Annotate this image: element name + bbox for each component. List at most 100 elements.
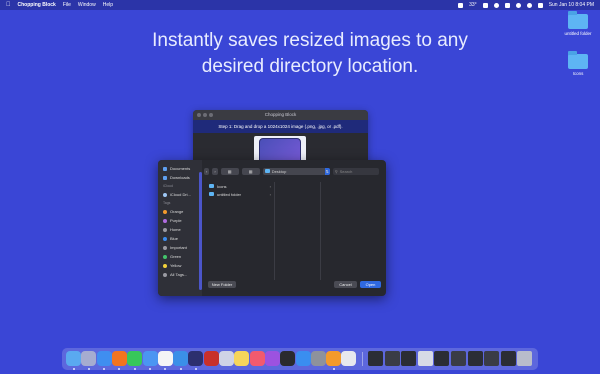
column-empty-2	[321, 182, 382, 280]
sidebar-tag-green[interactable]: Green	[158, 252, 202, 261]
control-icon[interactable]	[493, 2, 499, 8]
file-row-icons[interactable]: Icons ›	[207, 182, 274, 190]
desktop-icon-icons[interactable]: Icons	[556, 51, 600, 76]
sidebar-all-tags[interactable]: All Tags...	[158, 270, 202, 279]
menu-clock[interactable]: Sun Jan 10 8:04 PM	[549, 2, 594, 8]
tag-color-dot	[163, 263, 167, 268]
menu-app-name[interactable]: Chopping Block	[18, 2, 56, 8]
chevron-left-icon: ‹	[206, 168, 208, 174]
dock-filezilla-icon[interactable]	[203, 351, 219, 366]
sidebar-tag-purple[interactable]: Purple	[158, 216, 202, 225]
dock-window-8-icon[interactable]	[484, 351, 500, 366]
dock-mail-icon[interactable]	[142, 351, 158, 366]
back-button[interactable]: ‹	[204, 167, 210, 175]
chevron-right-icon: ›	[269, 191, 271, 197]
dock-app-store-icon[interactable]	[295, 351, 311, 366]
tag-label: Important	[170, 245, 187, 250]
dock-window-1-icon[interactable]	[368, 351, 383, 366]
sidebar-tag-home[interactable]: Home	[158, 225, 202, 234]
folder-icon	[209, 192, 214, 196]
sidebar-scrollbar[interactable]	[199, 172, 202, 290]
location-popup[interactable]: Desktop ⇅	[262, 167, 330, 175]
menu-help[interactable]: Help	[103, 2, 113, 8]
sidebar-tag-orange[interactable]: Orange	[158, 207, 202, 216]
dock	[62, 348, 538, 370]
open-button[interactable]: Open	[360, 281, 381, 288]
dock-xcode-icon[interactable]	[173, 351, 189, 366]
dialog-sidebar: Documents Downloads iCloud iCloud Dri...…	[158, 160, 202, 296]
dock-safari-icon[interactable]	[96, 351, 112, 366]
dock-calendar-icon[interactable]	[157, 351, 173, 366]
menu-window[interactable]: Window	[78, 2, 96, 8]
dock-firefox-icon[interactable]	[111, 351, 127, 366]
tag-label: Green	[170, 254, 182, 259]
control-center-icon[interactable]	[537, 2, 543, 8]
sidebar-tag-blue[interactable]: Blue	[158, 234, 202, 243]
dock-chopping-block-icon[interactable]	[188, 351, 204, 366]
tag-label: Blue	[170, 236, 179, 241]
dock-notes-icon[interactable]	[234, 351, 250, 366]
menu-file[interactable]: File	[63, 2, 71, 8]
new-folder-button[interactable]: New Folder	[208, 281, 236, 288]
group-button[interactable]: ▦	[241, 167, 260, 175]
dock-running-indicator	[103, 368, 106, 370]
dock-tv-icon[interactable]	[280, 351, 296, 366]
dock-podcasts-icon[interactable]	[264, 351, 280, 366]
headline-line-2: desired directory location.	[201, 56, 419, 77]
window-controls	[197, 113, 213, 117]
chevron-right-icon: ›	[214, 168, 216, 174]
grid-icon: ▦	[248, 168, 253, 174]
cancel-button[interactable]: Cancel	[334, 281, 357, 288]
location-label: Desktop	[271, 168, 287, 174]
dock-window-7-icon[interactable]	[467, 351, 483, 366]
dock-launchpad-icon[interactable]	[81, 351, 97, 366]
zoom-button[interactable]	[209, 113, 213, 117]
sidebar-tag-important[interactable]: Important	[158, 243, 202, 252]
dock-messages-icon[interactable]	[127, 351, 143, 366]
dock-finder-icon[interactable]	[66, 351, 81, 366]
status-app-icon[interactable]	[458, 2, 464, 8]
window-titlebar[interactable]: Chopping Block	[193, 110, 368, 120]
spotlight-icon[interactable]	[526, 2, 532, 8]
dialog-toolbar: ‹ › ▦ ▦ Desktop ⇅ ⚲ Search	[204, 166, 382, 176]
sidebar-tag-yellow[interactable]: Yellow	[158, 261, 202, 270]
desktop-icon-untitled-folder[interactable]: untitled folder	[556, 11, 600, 36]
minimize-button[interactable]	[203, 113, 207, 117]
dock-preview-icon[interactable]	[219, 351, 234, 366]
view-mode-button[interactable]: ▦	[220, 167, 239, 175]
sidebar-item-label: iCloud Dri...	[170, 192, 191, 197]
dock-textedit-icon[interactable]	[341, 351, 357, 366]
dock-pages-icon[interactable]	[326, 351, 342, 366]
sidebar-section-icloud: iCloud	[163, 184, 173, 188]
dock-window-4-icon[interactable]	[417, 351, 433, 366]
dock-window-3-icon[interactable]	[401, 351, 417, 366]
dock-system-preferences-icon[interactable]	[310, 351, 326, 366]
dock-window-6-icon[interactable]	[451, 351, 466, 366]
desktop-icon-label: Icons	[572, 71, 584, 76]
dock-window-5-icon[interactable]	[434, 351, 450, 366]
sidebar-item-icloud-drive[interactable]: iCloud Dri...	[158, 190, 202, 199]
dock-running-indicator	[118, 368, 121, 370]
dock-window-2-icon[interactable]	[384, 351, 400, 366]
apple-menu-icon[interactable]: 	[6, 2, 11, 8]
dialog-footer: New Folder Cancel Open	[204, 281, 382, 291]
tag-label: Yellow	[170, 263, 182, 268]
dock-window-9-icon[interactable]	[500, 351, 516, 366]
wifi-icon[interactable]	[515, 2, 521, 8]
sidebar-item-downloads[interactable]: Downloads	[158, 173, 202, 182]
forward-button[interactable]: ›	[212, 167, 218, 175]
downloads-icon	[163, 175, 167, 180]
search-field[interactable]: ⚲ Search	[332, 167, 379, 175]
sidebar-item-documents[interactable]: Documents	[158, 164, 202, 173]
close-button[interactable]	[197, 113, 201, 117]
battery-icon[interactable]	[504, 2, 510, 8]
file-name: Icons	[217, 183, 227, 189]
weather-temp[interactable]: 33°	[469, 2, 477, 8]
tag-label: Orange	[170, 209, 184, 214]
dock-running-indicator	[164, 368, 167, 370]
dock-trash-icon[interactable]	[517, 351, 533, 366]
menu-bar:  Chopping Block File Window Help 33° Su…	[0, 0, 600, 10]
mail-status-icon[interactable]	[482, 2, 488, 8]
file-row-untitled-folder[interactable]: untitled folder ›	[207, 190, 274, 198]
dock-music-icon[interactable]	[249, 351, 265, 366]
